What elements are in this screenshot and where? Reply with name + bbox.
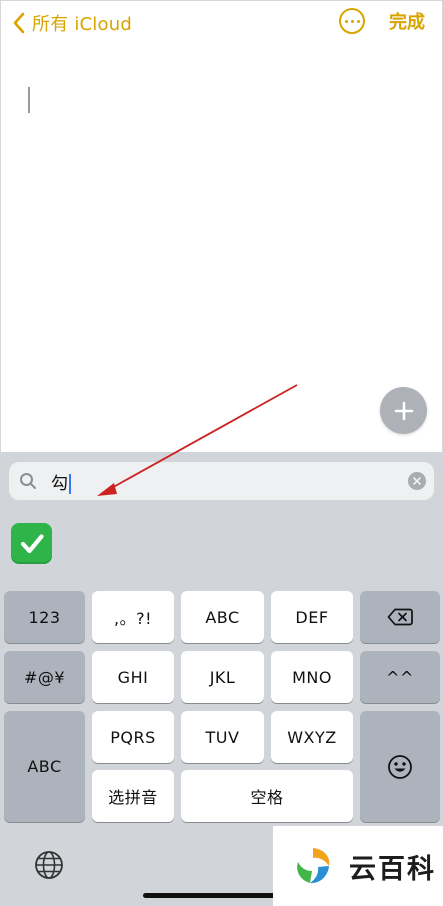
key-ghi[interactable]: GHI [92, 651, 174, 703]
key-def[interactable]: DEF [271, 591, 353, 643]
key-select-pinyin[interactable]: 选拼音 [92, 770, 174, 822]
key-abc[interactable]: ABC [181, 591, 264, 643]
key-pqrs[interactable]: PQRS [92, 711, 174, 763]
key-emoticon[interactable]: ^^ [360, 651, 440, 703]
key-mno[interactable]: MNO [271, 651, 353, 703]
yunbaike-logo-icon [297, 848, 330, 884]
key-abc-mode[interactable]: ABC [4, 711, 85, 822]
delete-button[interactable] [360, 591, 440, 643]
plus-icon [394, 401, 413, 420]
watermark: 云百科 [273, 826, 443, 906]
key-symbols[interactable]: #@¥ [4, 651, 85, 703]
search-caret [69, 473, 71, 494]
back-button[interactable]: 所有 iCloud [12, 10, 132, 36]
search-icon [20, 473, 36, 489]
check-mark-emoji-candidate[interactable] [11, 523, 52, 564]
search-query: 勾 [51, 473, 68, 494]
key-tuv[interactable]: TUV [181, 711, 264, 763]
key-123[interactable]: 123 [4, 591, 85, 643]
chevron-left-icon [13, 12, 25, 34]
text-cursor[interactable] [28, 87, 30, 113]
watermark-text: 云百科 [349, 853, 436, 885]
more-options-icon[interactable] [339, 8, 365, 34]
key-wxyz[interactable]: WXYZ [271, 711, 353, 763]
clear-search-button[interactable] [408, 472, 426, 490]
space-key[interactable]: 空格 [181, 770, 353, 822]
close-icon [413, 477, 421, 485]
key-jkl[interactable]: JKL [181, 651, 264, 703]
back-label: 所有 iCloud [32, 14, 132, 35]
done-button[interactable]: 完成 [389, 8, 425, 34]
add-button[interactable] [380, 387, 427, 434]
globe-icon[interactable] [34, 850, 64, 880]
emoji-search-input[interactable]: 勾 [9, 462, 434, 500]
key-punctuation[interactable]: ,。?! [92, 591, 174, 643]
emoji-keyboard-button[interactable] [360, 711, 440, 822]
delete-backward-icon [387, 608, 413, 626]
nav-actions: 完成 [339, 8, 425, 34]
check-mark-icon [20, 533, 44, 553]
smiley-icon [388, 754, 412, 779]
